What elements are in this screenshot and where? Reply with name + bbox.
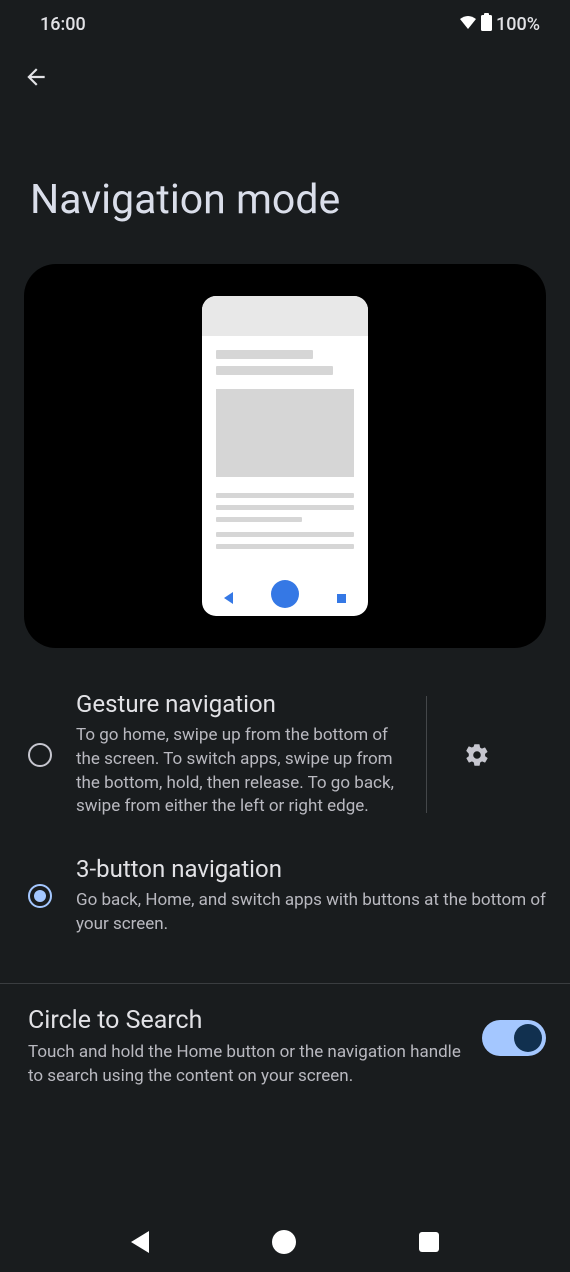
status-right: 100%	[459, 13, 540, 36]
battery-percent: 100%	[496, 14, 540, 35]
page-title: Navigation mode	[0, 106, 570, 254]
nav-home-button[interactable]	[272, 1230, 296, 1254]
circle-to-search-row[interactable]: Circle to Search Touch and hold the Home…	[0, 984, 570, 1111]
radio-3button[interactable]	[28, 884, 52, 908]
cts-toggle[interactable]	[482, 1020, 546, 1056]
back-button[interactable]	[22, 63, 50, 91]
option-title: Gesture navigation	[76, 690, 396, 718]
cts-text: Circle to Search Touch and hold the Home…	[28, 1006, 462, 1089]
status-time: 16:00	[40, 14, 86, 35]
gesture-settings-button[interactable]	[457, 735, 497, 775]
option-desc: Go back, Home, and switch apps with butt…	[76, 889, 546, 937]
option-gesture-navigation[interactable]: Gesture navigation To go home, swipe up …	[0, 672, 570, 837]
preview-card	[24, 264, 546, 648]
preview-phone-mock	[202, 296, 368, 616]
nav-back-button[interactable]	[131, 1231, 149, 1253]
status-bar: 16:00 100%	[0, 0, 570, 48]
gear-icon	[464, 742, 490, 768]
nav-recent-button[interactable]	[419, 1232, 439, 1252]
option-text: 3-button navigation Go back, Home, and s…	[76, 855, 546, 937]
system-nav-bar	[0, 1212, 570, 1272]
radio-gesture[interactable]	[28, 743, 52, 767]
preview-recent-icon	[337, 594, 346, 603]
preview-back-icon	[224, 592, 233, 604]
preview-3button-navbar	[202, 580, 368, 616]
option-desc: To go home, swipe up from the bottom of …	[76, 724, 396, 819]
option-divider	[426, 696, 427, 813]
cts-desc: Touch and hold the Home button or the na…	[28, 1041, 462, 1089]
battery-icon	[481, 13, 492, 36]
option-3-button-navigation[interactable]: 3-button navigation Go back, Home, and s…	[0, 837, 570, 955]
wifi-icon	[459, 14, 477, 35]
options-list: Gesture navigation To go home, swipe up …	[0, 672, 570, 977]
option-text: Gesture navigation To go home, swipe up …	[76, 690, 396, 819]
cts-title: Circle to Search	[28, 1006, 462, 1035]
preview-home-icon	[271, 580, 299, 608]
arrow-left-icon	[23, 64, 49, 90]
toggle-thumb	[514, 1024, 542, 1052]
option-title: 3-button navigation	[76, 855, 546, 883]
app-bar	[0, 48, 570, 106]
